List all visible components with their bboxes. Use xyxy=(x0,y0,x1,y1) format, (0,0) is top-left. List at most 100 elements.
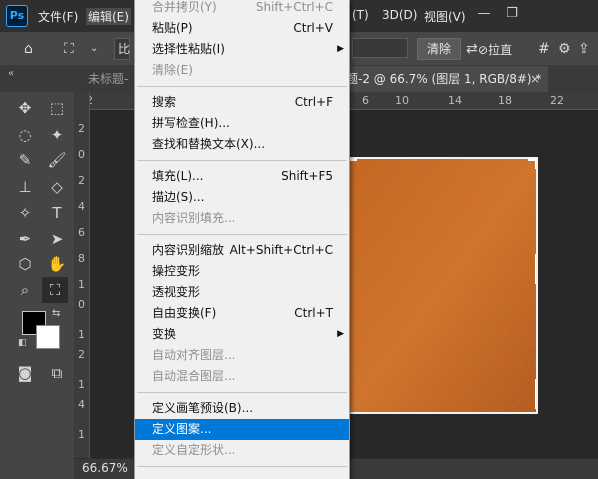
pen-tool-icon[interactable]: ✒ xyxy=(12,226,38,252)
ruler-tick: 1 xyxy=(78,428,85,441)
menu-item-label: 内容识别缩放 xyxy=(152,243,225,257)
ratio-input[interactable] xyxy=(352,38,408,58)
menu-item-shortcut: Shift+Ctrl+C xyxy=(255,0,333,14)
share-icon[interactable]: ⇪ xyxy=(578,40,590,58)
menu-item-label: 自动混合图层... xyxy=(152,369,236,383)
ratio-field[interactable]: 比 xyxy=(114,38,130,60)
crop-handle-right[interactable] xyxy=(535,254,536,284)
tab-active-document[interactable]: 题-2 @ 66.7% (图层 1, RGB/8#) * × xyxy=(340,66,548,92)
rust-texture-graphic xyxy=(347,159,536,412)
menu-item-perspective-warp[interactable]: 透视变形 xyxy=(135,282,349,303)
menu-item-free-transform[interactable]: 自由变换(F) Ctrl+T xyxy=(135,303,349,324)
menu-separator xyxy=(137,86,347,87)
swap-icon[interactable]: ⇄ xyxy=(466,40,478,58)
clear-button[interactable]: 清除 xyxy=(417,38,461,60)
menu-item-label: 定义图案... xyxy=(152,422,212,436)
quick-mask-icon[interactable]: ◙ xyxy=(12,360,38,386)
menu-item-fill[interactable]: 填充(L)... Shift+F5 xyxy=(135,166,349,187)
menu-item-label: 查找和替换文本(X)... xyxy=(152,137,266,151)
menu-item-label: 自动对齐图层... xyxy=(152,348,236,362)
marquee-tool-icon[interactable]: ⬚ xyxy=(44,95,70,121)
menu-view[interactable]: 视图(V) xyxy=(424,8,466,25)
menu-item-label: 搜索 xyxy=(152,95,177,109)
hand-tool-icon[interactable]: ✋ xyxy=(44,251,70,277)
ruler-tick: 2 xyxy=(78,122,85,135)
menu-edit[interactable]: 编辑(E) xyxy=(86,8,131,25)
vertical-ruler: 2 0 2 4 6 8 1 0 1 2 1 4 1 xyxy=(74,92,90,458)
tab-untitled-label: 未标题- xyxy=(88,72,129,86)
menu-item-label: 清除(E) xyxy=(152,63,193,77)
close-icon[interactable]: × xyxy=(530,66,540,92)
menu-item-define-pattern[interactable]: 定义图案... xyxy=(135,419,349,440)
brush-tool-icon[interactable]: 🖌 xyxy=(44,147,70,173)
menu-item-puppet-warp[interactable]: 操控变形 xyxy=(135,261,349,282)
collapse-panel-icon[interactable]: « xyxy=(8,68,14,79)
menu-item-label: 自由变换(F) xyxy=(152,306,217,320)
crop-tool-active-icon[interactable]: ⛶ xyxy=(42,277,68,303)
crop-handle-top-right[interactable] xyxy=(528,159,536,161)
ruler-tick: 6 xyxy=(362,94,369,107)
menu-item-label: 操控变形 xyxy=(152,264,201,278)
menu-item-stroke[interactable]: 描边(S)... xyxy=(135,187,349,208)
blur-tool-icon[interactable]: ✧ xyxy=(12,200,38,226)
eyedropper-tool-icon[interactable]: ✎ xyxy=(12,147,38,173)
menu-item-define-custom-shape: 定义自定形状... xyxy=(135,440,349,461)
menu-item-transform[interactable]: 变换 ▶ xyxy=(135,324,349,345)
background-color-swatch[interactable] xyxy=(36,325,60,349)
chevron-down-icon[interactable]: ⌄ xyxy=(90,40,98,58)
menu-item-auto-blend-layers: 自动混合图层... xyxy=(135,366,349,387)
restore-icon[interactable]: ❐ xyxy=(504,6,520,22)
menu-item-paste[interactable]: 粘贴(P) Ctrl+V xyxy=(135,18,349,39)
menu-file[interactable]: 文件(F) xyxy=(38,8,78,25)
crop-handle-bottom-right[interactable] xyxy=(535,379,536,409)
menu-separator xyxy=(137,160,347,161)
crop-tool-icon[interactable]: ⛶ xyxy=(64,40,74,58)
home-icon[interactable]: ⌂ xyxy=(24,40,33,58)
straighten-button[interactable]: ⊘拉直 xyxy=(478,41,512,58)
crop-handle-top-right-vertical[interactable] xyxy=(535,159,536,169)
menu-item-find-replace[interactable]: 查找和替换文本(X)... xyxy=(135,134,349,155)
menu-item-spell-check[interactable]: 拼写检查(H)... xyxy=(135,113,349,134)
menu-3d[interactable]: 3D(D) xyxy=(382,8,417,22)
tab-active-label: 题-2 @ 66.7% (图层 1, RGB/8#) * xyxy=(346,72,542,86)
menu-separator xyxy=(137,466,347,467)
swap-colors-icon[interactable]: ⇆ xyxy=(52,308,60,319)
type-tool-icon[interactable]: T xyxy=(44,200,70,226)
submenu-arrow-icon: ▶ xyxy=(337,44,344,54)
magic-wand-tool-icon[interactable]: ✦ xyxy=(44,122,70,148)
menu-item-label: 选择性粘贴(I) xyxy=(152,42,225,56)
menu-item-paste-special[interactable]: 选择性粘贴(I) ▶ xyxy=(135,39,349,60)
screen-mode-icon[interactable]: ⧉ xyxy=(44,360,70,386)
grid-overlay-icon[interactable]: # xyxy=(538,40,550,58)
minimize-icon[interactable]: — xyxy=(476,6,492,22)
photoshop-logo: Ps xyxy=(6,5,28,27)
menu-type[interactable]: (T) xyxy=(352,8,369,22)
menu-item-label: 变换 xyxy=(152,327,177,341)
lasso-tool-icon[interactable]: ◌ xyxy=(12,122,38,148)
path-selection-tool-icon[interactable]: ➤ xyxy=(44,226,70,252)
default-colors-icon[interactable]: ◧ xyxy=(18,338,27,348)
menu-item-define-brush-preset[interactable]: 定义画笔预设(B)... xyxy=(135,398,349,419)
menu-item-shortcut: Ctrl+T xyxy=(294,306,333,320)
settings-gear-icon[interactable]: ⚙ xyxy=(558,40,571,58)
menu-item-label: 定义画笔预设(B)... xyxy=(152,401,254,415)
zoom-tool-icon[interactable]: ⌕ xyxy=(12,277,38,303)
ruler-tick: 6 xyxy=(78,226,85,239)
rust-texture-image[interactable] xyxy=(345,157,538,414)
menu-separator xyxy=(137,234,347,235)
menu-item-search[interactable]: 搜索 Ctrl+F xyxy=(135,92,349,113)
menu-item-label: 定义自定形状... xyxy=(152,443,236,457)
straighten-icon: ⊘ xyxy=(478,43,489,57)
tab-untitled[interactable]: 未标题- xyxy=(78,66,138,92)
move-tool-icon[interactable]: ✥ xyxy=(12,95,38,121)
shape-tool-icon[interactable]: ⬡ xyxy=(12,251,38,277)
menu-item-label: 填充(L)... xyxy=(152,169,204,183)
menu-item-merge-copy: 合并拷贝(Y) Shift+Ctrl+C xyxy=(135,0,349,18)
eraser-tool-icon[interactable]: ◇ xyxy=(44,174,70,200)
zoom-level[interactable]: 66.67% xyxy=(82,461,128,475)
menu-item-content-aware-scale[interactable]: 内容识别缩放 Alt+Shift+Ctrl+C xyxy=(135,240,349,261)
edit-menu: 合并拷贝(Y) Shift+Ctrl+C 粘贴(P) Ctrl+V 选择性粘贴(… xyxy=(134,0,350,479)
ruler-tick: 2 xyxy=(78,174,85,187)
ruler-tick: 0 xyxy=(78,298,85,311)
stamp-tool-icon[interactable]: ⊥ xyxy=(12,174,38,200)
